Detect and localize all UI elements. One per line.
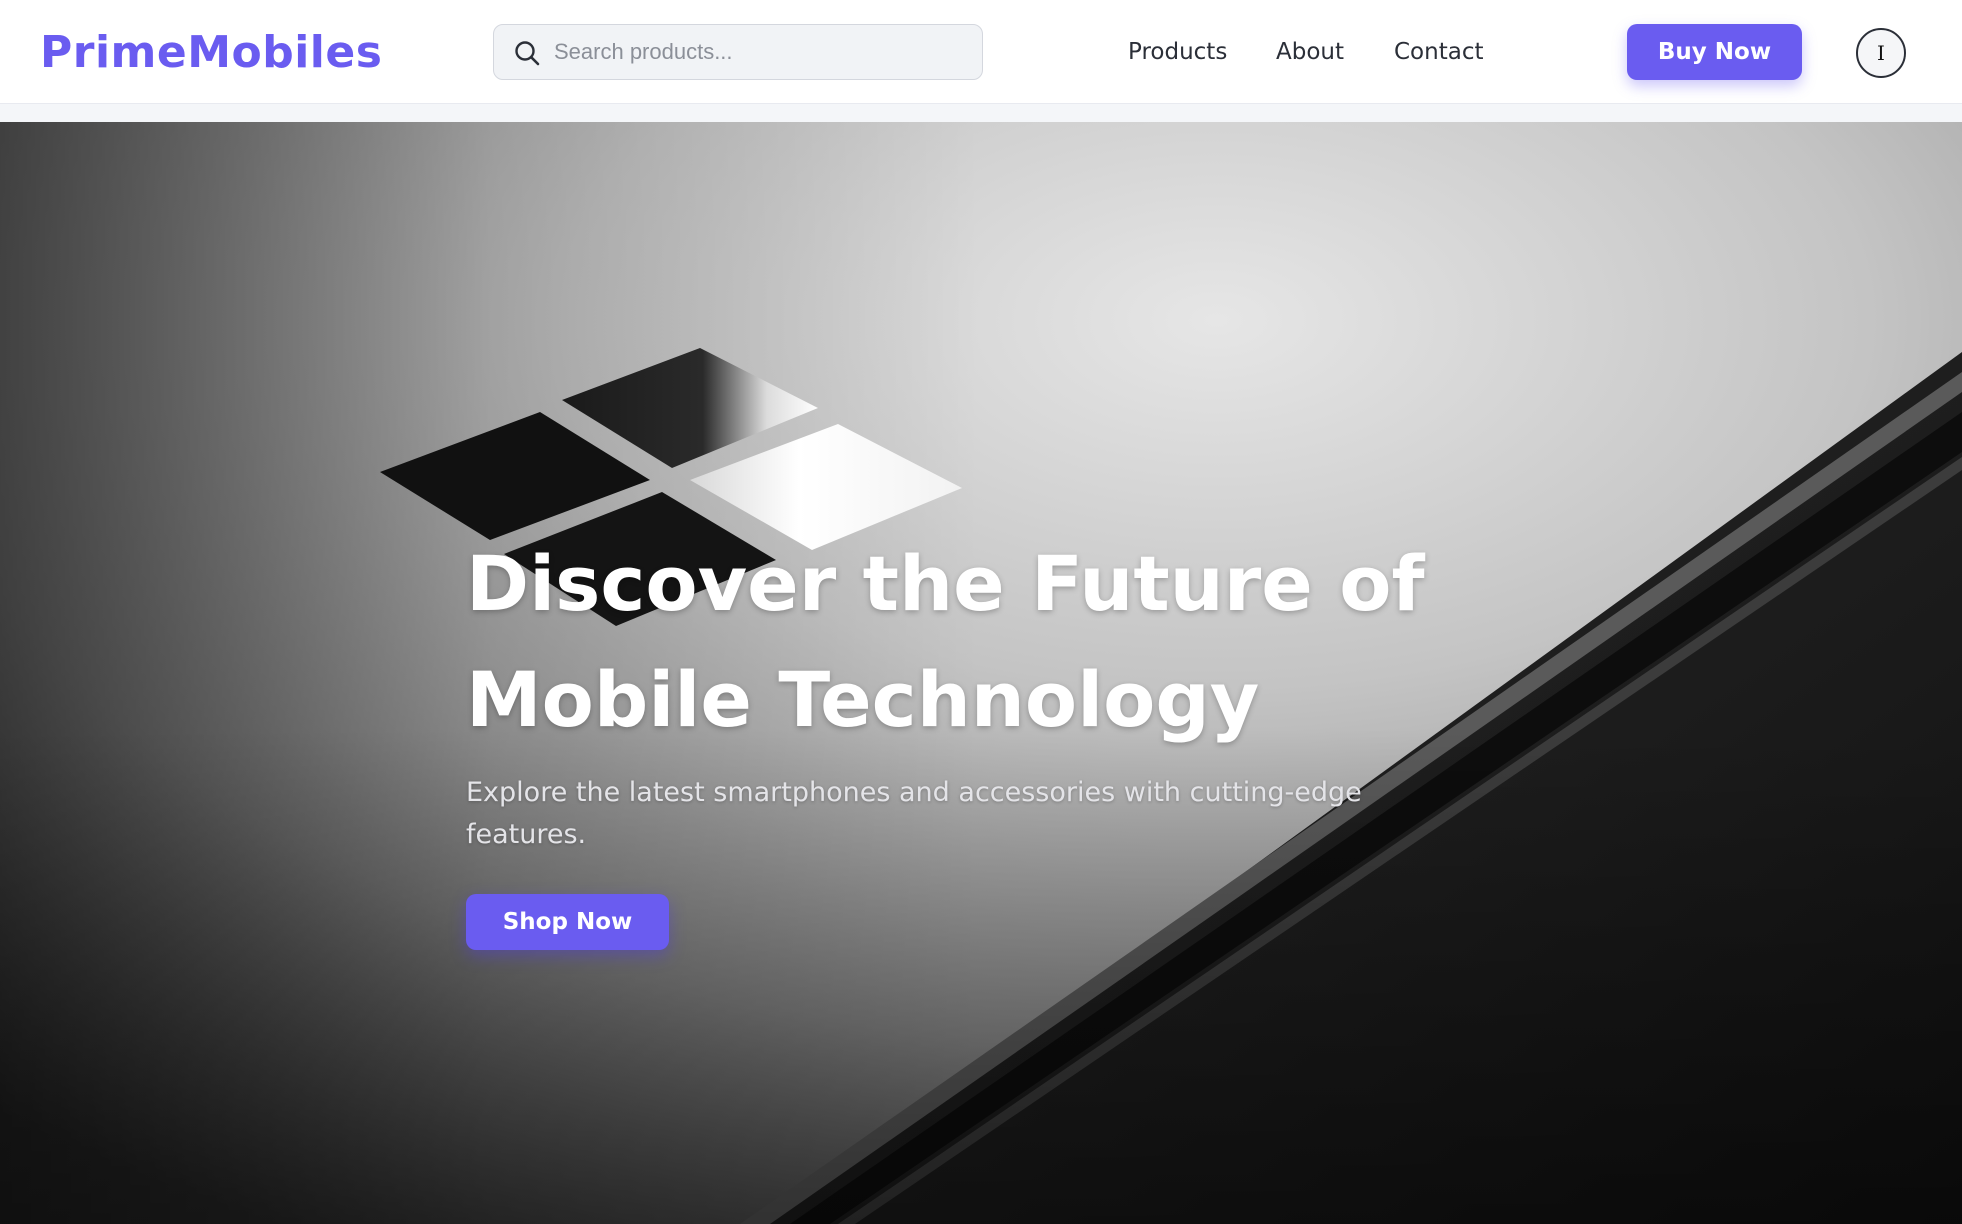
- nav-link-contact[interactable]: Contact: [1394, 36, 1483, 68]
- user-avatar-icon[interactable]: I: [1856, 28, 1906, 78]
- buy-now-button[interactable]: Buy Now: [1627, 24, 1802, 80]
- shop-now-button[interactable]: Shop Now: [466, 894, 669, 950]
- hero-subtitle: Explore the latest smartphones and acces…: [466, 777, 1362, 850]
- search-input[interactable]: [554, 33, 964, 71]
- header-divider: [0, 104, 1962, 122]
- hero-title: Discover the Future of Mobile Technology: [466, 539, 1425, 744]
- nav-link-about[interactable]: About: [1276, 36, 1344, 68]
- site-header: PrimeMobiles Products About Contact Buy …: [0, 0, 1962, 104]
- nav-link-products[interactable]: Products: [1128, 36, 1227, 68]
- search-icon: [515, 41, 540, 66]
- search-bar[interactable]: [493, 24, 983, 80]
- brand-logo[interactable]: PrimeMobiles: [40, 26, 382, 80]
- hero-section: Discover the Future of Mobile Technology…: [0, 122, 1962, 1224]
